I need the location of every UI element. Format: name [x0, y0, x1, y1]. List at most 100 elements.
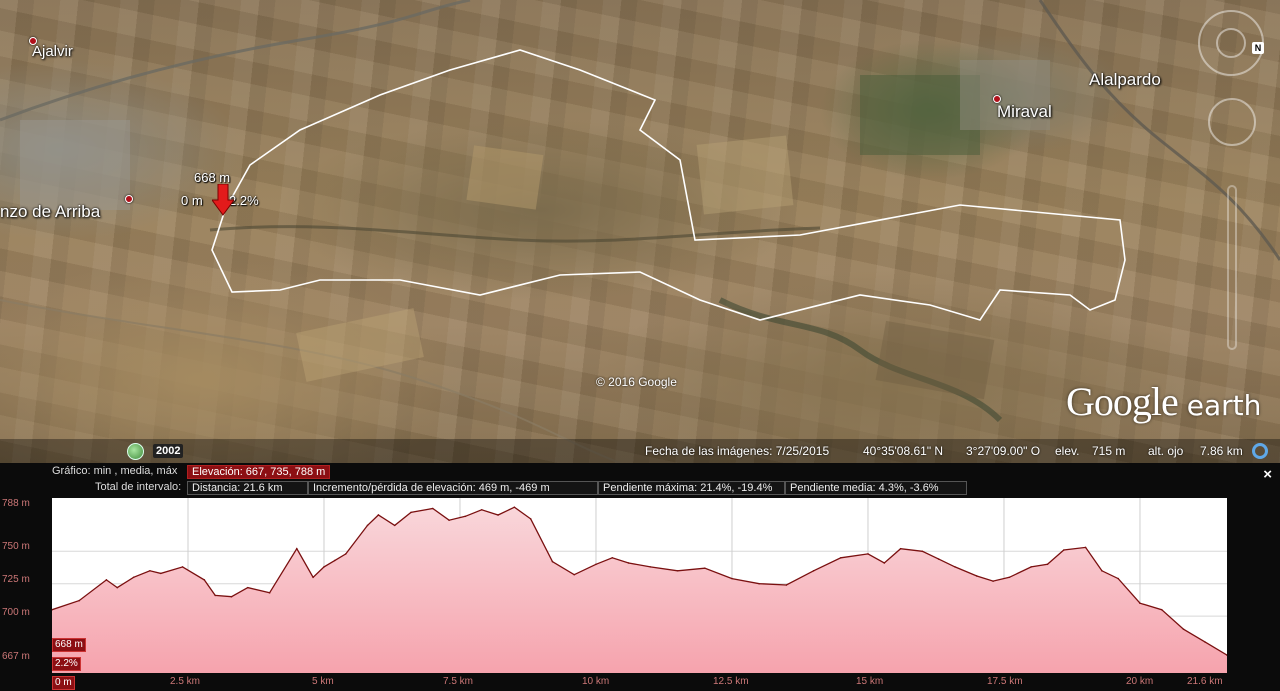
x-tick: 7.5 km: [443, 676, 474, 687]
streaming-status-icon: [1252, 443, 1268, 459]
latitude: 40°35'08.61" N: [863, 444, 944, 458]
y-tick: 788 m: [2, 498, 30, 509]
x-tick: 20 km: [1126, 676, 1154, 687]
marker-elevation: 668 m: [194, 170, 231, 185]
x-tick: 21.6 km: [1187, 676, 1223, 687]
elevation-point: [480, 508, 483, 511]
y-tick: 750 m: [2, 541, 30, 552]
elevation-point: [812, 569, 815, 572]
elevation-point: [78, 599, 80, 602]
x-tick: 2.5 km: [170, 676, 201, 687]
elevation-point: [992, 580, 994, 582]
elevation-point: [529, 518, 532, 520]
elevation-point: [573, 573, 576, 576]
elevation-point: [377, 514, 380, 516]
elevation-point: [448, 519, 450, 521]
elevation-point: [921, 550, 924, 553]
elevation-point: [105, 579, 108, 581]
place-pin: [125, 195, 133, 203]
elevation-point: [344, 553, 347, 555]
elevation-stats: Elevación: 667, 735, 788 m: [187, 465, 331, 479]
cursor-distance: 0 m: [52, 676, 75, 690]
elevation-label: elev.: [1055, 444, 1080, 458]
place-torrejon: nzo de Arriba: [0, 202, 101, 221]
elevation-point: [649, 566, 652, 568]
elevation-point: [268, 592, 271, 594]
historical-imagery-icon[interactable]: [127, 443, 144, 460]
elevation-point: [839, 556, 842, 559]
elevation-point: [595, 563, 597, 566]
elevation-point: [1139, 602, 1141, 605]
map-view[interactable]: Ajalvir nzo de Arriba Miraval Alalpardo …: [0, 0, 1280, 463]
elevation-point: [867, 553, 869, 555]
place-miraval: Miraval: [997, 102, 1052, 121]
elevation-point: [1008, 576, 1011, 579]
elevation-point: [366, 524, 369, 527]
elevation-chart-svg[interactable]: [52, 498, 1227, 673]
cursor-slope: 2.2%: [52, 657, 81, 671]
imagery-date: Fecha de las imágenes: 7/25/2015: [645, 444, 830, 458]
elevation-point: [513, 506, 516, 508]
elevation-point: [149, 569, 151, 572]
elevation-point: [975, 575, 978, 577]
elevation-point: [954, 566, 956, 568]
elevation-point: [464, 515, 467, 518]
elevation-point: [312, 576, 314, 579]
elevation-point: [1182, 628, 1185, 630]
elevation-point: [551, 560, 554, 563]
graph-stats-row: Gráfico: min , media, máx Elevación: 667…: [0, 465, 1280, 479]
elevation-point: [323, 566, 325, 568]
x-tick: 12.5 km: [713, 676, 749, 687]
distance-stat: Distancia: 21.6 km: [187, 481, 308, 495]
elevation-point: [703, 567, 706, 569]
place-alalpardo: Alalpardo: [1089, 70, 1161, 89]
position-arrow-icon[interactable]: [212, 184, 234, 216]
close-profile-button[interactable]: ×: [1263, 466, 1272, 483]
zoom-slider[interactable]: [1227, 185, 1237, 350]
elevation-point: [1204, 641, 1207, 643]
north-button[interactable]: N: [1252, 42, 1264, 54]
status-bar: Fecha de las imágenes: 7/25/2015 40°35'0…: [0, 439, 1280, 463]
y-tick: 700 m: [2, 607, 30, 618]
longitude: 3°27'09.00" O: [966, 444, 1041, 458]
cursor-elevation: 668 m: [52, 638, 86, 652]
gain-loss-stat: Incremento/pérdida de elevación: 469 m, …: [308, 481, 598, 495]
elevation-point: [937, 558, 940, 560]
move-ring-icon[interactable]: [1208, 98, 1256, 146]
elevation-chart[interactable]: [52, 498, 1227, 673]
elevation-point: [132, 576, 135, 579]
elevation-point: [627, 562, 630, 564]
elevation-point: [1084, 546, 1087, 549]
elevation-point: [203, 579, 206, 581]
y-tick: 667 m: [2, 651, 30, 662]
graph-stats-label: Gráfico: min , media, máx: [52, 465, 178, 477]
elevation-point: [159, 572, 162, 575]
elevation-point: [410, 511, 412, 514]
elevation-point: [1101, 569, 1103, 572]
x-tick: 17.5 km: [987, 676, 1023, 687]
eye-altitude-label: alt. ojo: [1148, 444, 1184, 458]
elevation-point: [785, 584, 788, 586]
elevation-point: [230, 595, 233, 598]
avg-slope-stat: Pendiente media: 4.3%, -3.6%: [785, 481, 967, 495]
elevation-point: [883, 562, 886, 564]
x-tick: 10 km: [582, 676, 610, 687]
elevation-point: [1160, 608, 1163, 611]
elevation-point: [731, 577, 733, 580]
elevation-point: [181, 566, 184, 568]
elevation-point: [1046, 563, 1049, 566]
marker-distance: 0 m: [181, 193, 203, 208]
historical-year[interactable]: 2002: [153, 444, 184, 458]
elevation-area: [52, 507, 1227, 673]
elevation-point: [1063, 549, 1065, 551]
elevation-point: [1117, 577, 1120, 580]
look-joystick-icon[interactable]: [1216, 28, 1246, 58]
copyright: © 2016 Google: [596, 375, 677, 389]
x-tick: 5 km: [312, 676, 334, 687]
interval-totals-row: Total de intervalo: Distancia: 21.6 km I…: [0, 481, 1280, 495]
elevation-point: [431, 507, 434, 510]
eye-altitude-value: 7.86 km: [1200, 444, 1243, 458]
y-tick: 725 m: [2, 574, 30, 585]
elevation-point: [247, 586, 249, 589]
elevation-point: [393, 524, 396, 527]
